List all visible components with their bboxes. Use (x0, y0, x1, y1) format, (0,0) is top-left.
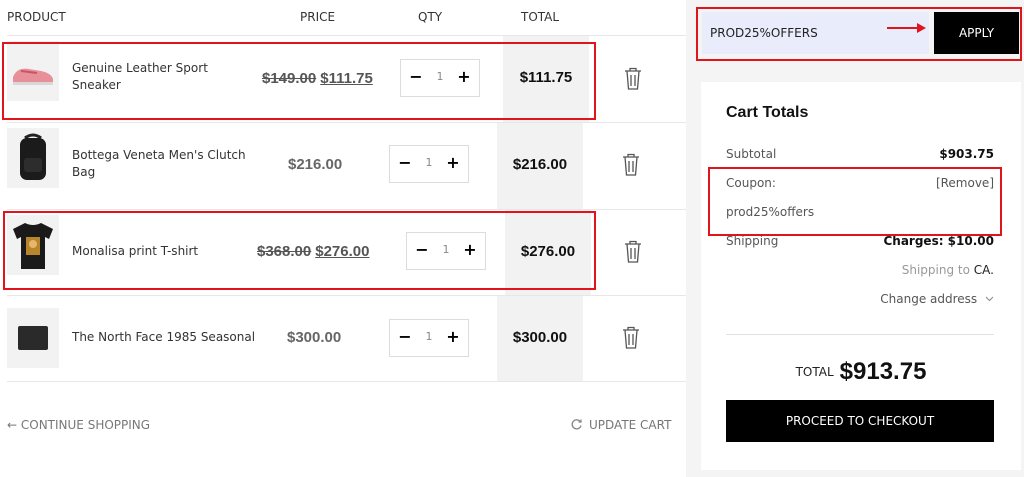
product-price: $368.00 $276.00 (257, 243, 369, 260)
coupon-form: PROD25%OFFERS APPLY (696, 7, 1022, 61)
quantity-stepper: − 1 + (406, 232, 486, 270)
line-total: $111.75 (503, 36, 589, 122)
continue-shopping-link[interactable]: ← CONTINUE SHOPPING (7, 418, 150, 432)
product-price: $300.00 (287, 329, 341, 346)
product-price: $216.00 (288, 156, 342, 173)
cart-row-sneaker: Genuine Leather Sport Sneaker $149.00 $11… (0, 36, 686, 122)
product-name[interactable]: Genuine Leather Sport Sneaker (72, 60, 252, 94)
coupon-row: Coupon: [Remove] (726, 176, 994, 190)
header-total: TOTAL (521, 10, 560, 24)
product-image-wallet[interactable] (7, 308, 59, 368)
coupon-code-value: PROD25%OFFERS (710, 26, 818, 40)
remove-coupon-link[interactable]: [Remove] (936, 176, 994, 190)
decrease-qty-button[interactable]: − (396, 154, 414, 172)
cart-row-tshirt: Monalisa print T-shirt $368.00 $276.00 − … (0, 210, 686, 296)
proceed-to-checkout-button[interactable]: PROCEED TO CHECKOUT (726, 400, 994, 442)
trash-icon[interactable] (624, 67, 642, 91)
order-total-value: $913.75 (839, 358, 927, 385)
product-name[interactable]: Monalisa print T-shirt (72, 243, 252, 260)
subtotal-value: $903.75 (939, 147, 994, 161)
subtotal-row: Subtotal $903.75 (726, 147, 994, 161)
quantity-stepper: − 1 + (400, 59, 480, 97)
change-address-label: Change address (880, 292, 978, 306)
shipping-charges: Charges: $10.00 (883, 234, 994, 248)
line-total: $276.00 (505, 210, 591, 296)
divider (7, 381, 686, 382)
update-cart-label: UPDATE CART (589, 418, 672, 432)
header-price: PRICE (300, 10, 336, 24)
product-image-sneaker[interactable] (7, 41, 59, 101)
order-total: TOTAL $913.75 (701, 358, 1021, 386)
line-total-value: $216.00 (512, 156, 568, 173)
shipping-destination: Shipping to CA. (726, 263, 994, 277)
cart-totals-panel: Cart Totals Subtotal $903.75 Coupon: [Re… (701, 82, 1021, 470)
line-total-value: $276.00 (520, 243, 576, 260)
product-price: $149.00 $111.75 (262, 70, 373, 87)
product-name[interactable]: Bottega Veneta Men's Clutch Bag (72, 147, 252, 181)
update-cart-button[interactable]: UPDATE CART (570, 418, 671, 432)
quantity-stepper: − 1 + (389, 145, 469, 183)
subtotal-label: Subtotal (726, 147, 777, 161)
cart-totals-title: Cart Totals (726, 104, 809, 121)
shipping-to-label: Shipping to (901, 263, 970, 277)
trash-icon[interactable] (624, 240, 642, 264)
apply-coupon-button[interactable]: APPLY (934, 12, 1019, 54)
increase-qty-button[interactable]: + (444, 154, 462, 172)
line-total-value: $111.75 (519, 69, 573, 86)
divider (726, 334, 994, 335)
quantity-value[interactable]: 1 (435, 243, 457, 256)
quantity-value[interactable]: 1 (418, 156, 440, 169)
header-qty: QTY (418, 10, 443, 24)
quantity-stepper: − 1 + (389, 319, 469, 357)
trash-icon[interactable] (622, 153, 640, 177)
line-total: $216.00 (497, 123, 583, 209)
price-value: $300.00 (287, 329, 342, 346)
line-total-value: $300.00 (512, 329, 568, 346)
product-name[interactable]: The North Face 1985 Seasonal (72, 329, 272, 346)
product-image-tshirt[interactable] (7, 215, 59, 275)
header-product: PRODUCT (7, 10, 66, 24)
refresh-icon (571, 419, 582, 430)
shipping-row: Shipping Charges: $10.00 (726, 234, 994, 248)
trash-icon[interactable] (622, 326, 640, 350)
quantity-value[interactable]: 1 (429, 70, 451, 83)
chevron-down-icon (985, 296, 994, 302)
decrease-qty-button[interactable]: − (413, 241, 431, 259)
quantity-value[interactable]: 1 (418, 330, 440, 343)
arrow-right-icon (887, 23, 926, 33)
order-total-label: TOTAL (795, 365, 834, 379)
coupon-label: Coupon: (726, 176, 776, 190)
increase-qty-button[interactable]: + (461, 241, 479, 259)
change-address-link[interactable]: Change address (726, 292, 994, 306)
sale-price: $111.75 (320, 70, 373, 87)
applied-coupon-code: prod25%offers (726, 205, 815, 219)
original-price: $149.00 (262, 70, 317, 87)
original-price: $368.00 (257, 243, 312, 260)
decrease-qty-button[interactable]: − (407, 68, 425, 86)
increase-qty-button[interactable]: + (444, 328, 462, 346)
line-total: $300.00 (497, 296, 583, 382)
increase-qty-button[interactable]: + (455, 68, 473, 86)
decrease-qty-button[interactable]: − (396, 328, 414, 346)
cart-table-header: PRODUCT PRICE QTY TOTAL (0, 0, 686, 34)
product-image-backpack[interactable] (7, 128, 59, 188)
shipping-label: Shipping (726, 234, 779, 248)
cart-row-wallet: The North Face 1985 Seasonal $300.00 − 1… (0, 296, 686, 382)
sale-price: $276.00 (315, 243, 370, 260)
shipping-country: CA. (973, 263, 994, 277)
price-value: $216.00 (288, 156, 343, 173)
cart-items-panel: PRODUCT PRICE QTY TOTAL Genuine Leather … (0, 0, 686, 477)
cart-row-backpack: Bottega Veneta Men's Clutch Bag $216.00 … (0, 123, 686, 209)
